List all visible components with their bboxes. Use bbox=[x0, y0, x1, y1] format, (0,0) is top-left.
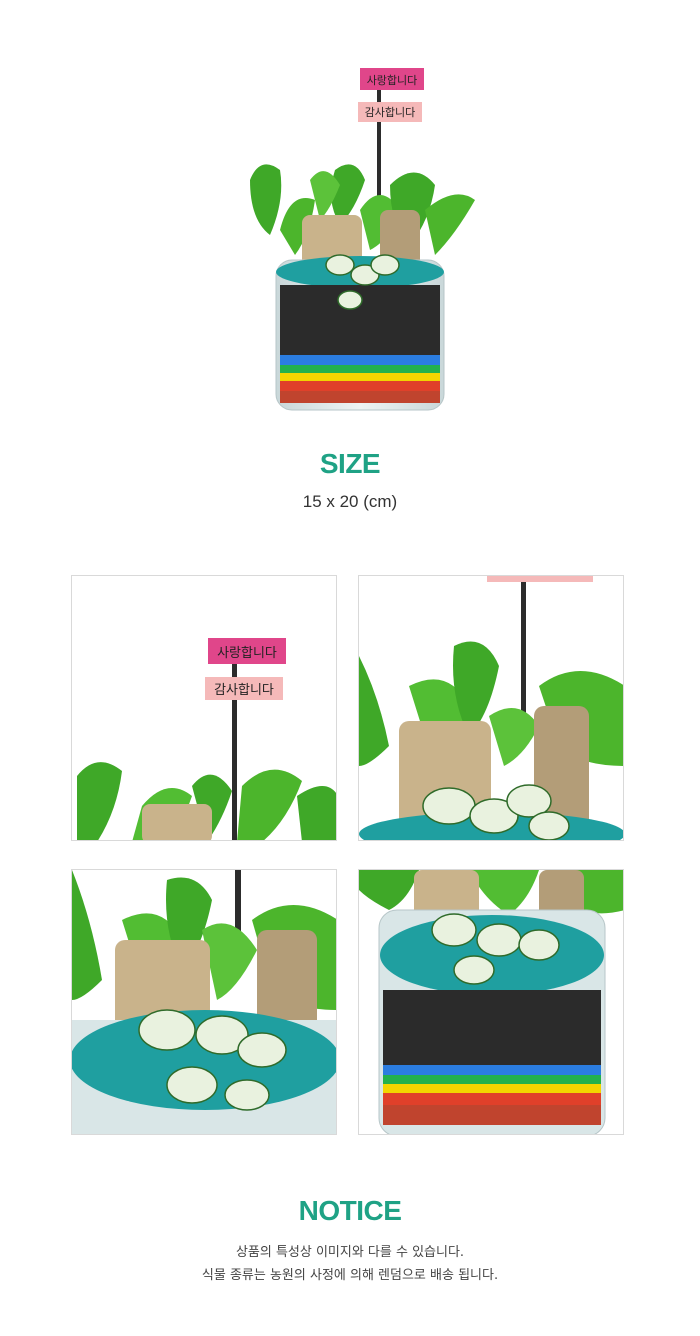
product-detail-image-1: 사랑합니다 감사합니다 bbox=[71, 575, 337, 841]
product-image-main: 사랑합니다 감사합니다 bbox=[240, 60, 480, 420]
product-detail-image-4 bbox=[358, 869, 624, 1135]
size-title: SIZE bbox=[319, 448, 381, 479]
notice-title: NOTICE bbox=[298, 1195, 402, 1226]
notice-line: 상품의 특성상 이미지와 다를 수 있습니다. bbox=[235, 1245, 465, 1260]
product-detail-image-3 bbox=[71, 869, 337, 1135]
product-detail-image-2 bbox=[358, 575, 624, 841]
size-value: 15 x 20 (cm) bbox=[302, 492, 398, 511]
sign-love-text: 사랑합니다 bbox=[367, 74, 418, 87]
sign-thanks-text: 감사합니다 bbox=[365, 106, 416, 119]
detail-sign-love-text: 사랑합니다 bbox=[217, 646, 277, 661]
notice-line: 식물 종류는 농원의 사정에 의해 렌덤으로 배송 됩니다. bbox=[201, 1268, 499, 1283]
detail-sign-thanks-text: 감사합니다 bbox=[214, 683, 274, 698]
